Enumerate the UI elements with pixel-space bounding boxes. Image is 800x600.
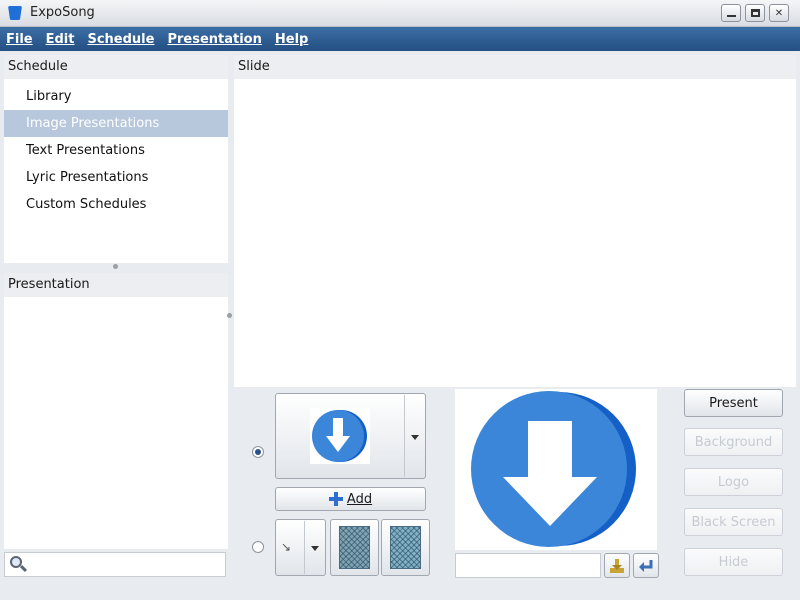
gradient-direction-selector[interactable]: ↘ bbox=[275, 519, 326, 576]
slide-header: Slide bbox=[234, 55, 796, 79]
preview-area bbox=[455, 389, 657, 550]
add-button-label: Add bbox=[346, 491, 373, 507]
image-selector-separator bbox=[404, 395, 405, 477]
logo-button[interactable]: Logo bbox=[684, 468, 783, 496]
presentation-panel: Presentation bbox=[4, 273, 228, 549]
image-thumbnail bbox=[310, 408, 370, 464]
schedule-item-lyric-presentations[interactable]: Lyric Presentations bbox=[4, 164, 228, 191]
download-arrow-icon bbox=[312, 410, 367, 462]
minimize-button[interactable] bbox=[721, 4, 741, 22]
preview-caption-field[interactable] bbox=[455, 553, 601, 578]
close-button[interactable]: ✕ bbox=[769, 4, 789, 22]
arrow-diagonal-icon: ↘ bbox=[281, 540, 292, 554]
image-background-radio[interactable] bbox=[252, 446, 264, 458]
background-button[interactable]: Background bbox=[684, 428, 783, 456]
maximize-button[interactable] bbox=[745, 4, 765, 22]
pattern-swatch bbox=[390, 526, 421, 569]
background-image-selector[interactable] bbox=[275, 393, 426, 479]
enter-icon bbox=[639, 559, 653, 572]
presentation-header: Presentation bbox=[4, 273, 228, 297]
pattern-color-button-2[interactable] bbox=[381, 519, 430, 576]
present-label: Present bbox=[709, 395, 758, 411]
app-icon bbox=[8, 6, 22, 20]
pattern-background-radio[interactable] bbox=[252, 541, 264, 553]
pattern-color-button-1[interactable] bbox=[330, 519, 379, 576]
import-button[interactable] bbox=[604, 553, 630, 578]
menu-schedule[interactable]: Schedule bbox=[87, 32, 154, 47]
schedule-header: Schedule bbox=[4, 55, 228, 79]
menu-edit[interactable]: Edit bbox=[46, 32, 75, 47]
maximize-icon bbox=[750, 9, 760, 17]
background-label: Background bbox=[694, 434, 773, 450]
title-bar: ExpoSong ✕ bbox=[0, 0, 800, 27]
logo-label: Logo bbox=[717, 474, 750, 490]
schedule-item-image-presentations[interactable]: Image Presentations bbox=[4, 110, 228, 137]
close-icon: ✕ bbox=[774, 7, 784, 19]
import-icon bbox=[610, 558, 624, 573]
menu-presentation[interactable]: Presentation bbox=[167, 32, 261, 47]
chevron-down-icon bbox=[411, 435, 419, 440]
vertical-split-handle[interactable] bbox=[227, 313, 232, 318]
black-screen-button[interactable]: Black Screen bbox=[684, 508, 783, 536]
pattern-swatch bbox=[339, 526, 370, 569]
black-screen-label: Black Screen bbox=[691, 514, 776, 530]
schedule-panel: Schedule Library Image Presentations Tex… bbox=[4, 55, 228, 263]
minimize-icon bbox=[726, 15, 736, 17]
schedule-item-text-presentations[interactable]: Text Presentations bbox=[4, 137, 228, 164]
menu-file[interactable]: File bbox=[6, 32, 33, 47]
download-arrow-icon bbox=[471, 391, 636, 547]
plus-icon bbox=[328, 492, 343, 506]
chevron-down-icon bbox=[311, 546, 319, 551]
hide-button[interactable]: Hide bbox=[684, 548, 783, 576]
enter-button[interactable] bbox=[633, 553, 659, 578]
horizontal-split-handle[interactable] bbox=[113, 264, 118, 269]
direction-selector-separator bbox=[304, 521, 305, 574]
menu-bar: File Edit Schedule Presentation Help bbox=[0, 27, 800, 51]
window-title: ExpoSong bbox=[30, 5, 95, 20]
menu-help[interactable]: Help bbox=[275, 32, 308, 47]
slide-panel: Slide bbox=[234, 55, 796, 387]
schedule-list: Library Image Presentations Text Present… bbox=[4, 83, 228, 218]
search-icon-handle bbox=[19, 564, 28, 573]
schedule-item-library[interactable]: Library bbox=[4, 83, 228, 110]
search-input[interactable] bbox=[4, 552, 226, 577]
add-button[interactable]: Add bbox=[275, 487, 426, 511]
hide-label: Hide bbox=[718, 554, 749, 570]
schedule-item-custom-schedules[interactable]: Custom Schedules bbox=[4, 191, 228, 218]
present-button[interactable]: Present bbox=[684, 389, 783, 417]
